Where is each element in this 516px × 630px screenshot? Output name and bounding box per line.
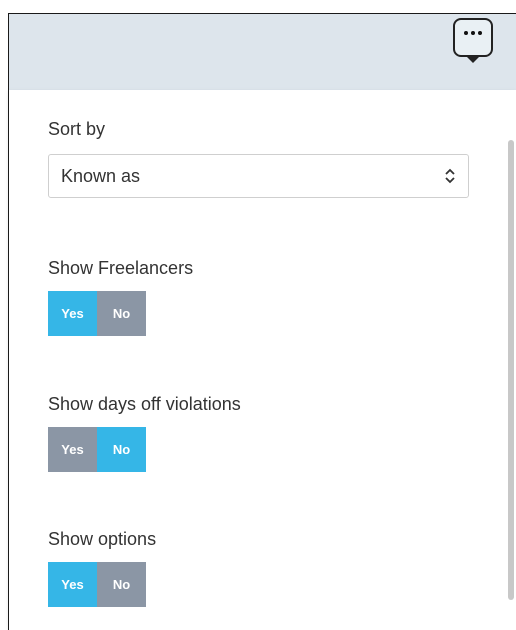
show-days-off-violations-no-button[interactable]: No <box>97 427 146 472</box>
more-options-button[interactable] <box>453 18 493 57</box>
show-freelancers-no-button[interactable]: No <box>97 291 146 336</box>
chevron-up-down-icon <box>445 168 455 184</box>
show-options-yes-button[interactable]: Yes <box>48 562 97 607</box>
sort-by-select[interactable]: Known as <box>48 154 469 198</box>
more-dots-icon <box>464 31 482 36</box>
show-freelancers-toggle: Yes No <box>48 291 146 336</box>
show-options-no-button[interactable]: No <box>97 562 146 607</box>
show-freelancers-label: Show Freelancers <box>48 258 194 278</box>
show-days-off-violations-toggle: Yes No <box>48 427 146 472</box>
show-options-toggle: Yes No <box>48 562 146 607</box>
show-options-label: Show options <box>48 529 157 549</box>
show-days-off-violations-label: Show days off violations <box>48 394 241 414</box>
show-freelancers-yes-button[interactable]: Yes <box>48 291 97 336</box>
sort-by-label: Sort by <box>48 119 106 139</box>
panel-scrollbar[interactable] <box>508 140 514 600</box>
show-days-off-violations-yes-button[interactable]: Yes <box>48 427 97 472</box>
sort-by-selected-value: Known as <box>61 166 141 186</box>
top-bar <box>8 13 516 90</box>
